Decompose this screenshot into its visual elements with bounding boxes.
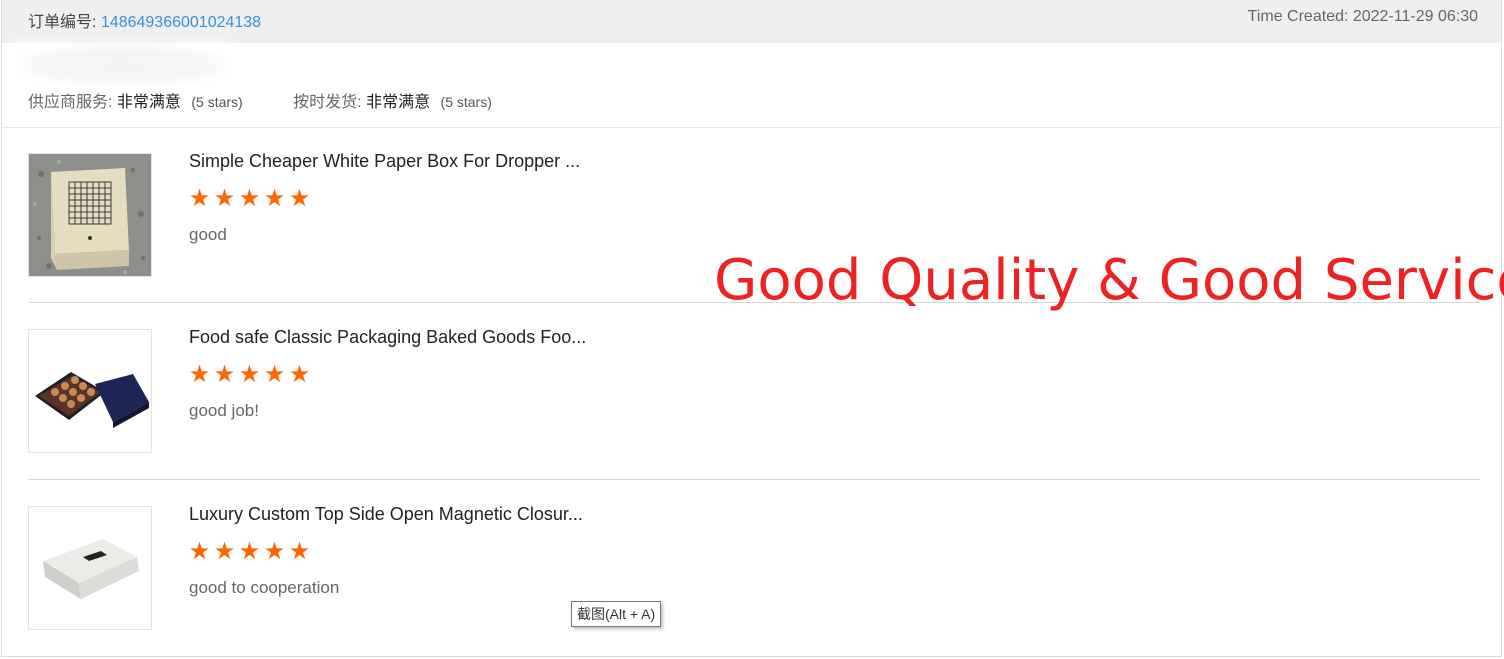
rating-label: 按时发货:	[293, 94, 362, 111]
star-icon: ★	[288, 361, 311, 388]
star-icon: ★	[213, 361, 236, 388]
order-number-row: 订单编号: 148649366001024138	[28, 8, 261, 32]
star-icon: ★	[238, 185, 261, 212]
promo-overlay-text: Good Quality & Good Service!	[714, 248, 1504, 313]
food-box-image	[29, 330, 151, 452]
star-icon: ★	[213, 185, 236, 212]
star-icon: ★	[188, 361, 211, 388]
review-item: Luxury Custom Top Side Open Magnetic Clo…	[28, 504, 1480, 630]
review-comment: good to cooperation	[189, 578, 340, 597]
review-stars: ★ ★ ★ ★ ★	[188, 362, 311, 388]
order-number-label: 订单编号:	[28, 14, 97, 31]
review-comment: good job!	[189, 401, 259, 420]
rating-value: 非常满意	[116, 94, 181, 111]
review-comment: good	[189, 225, 227, 244]
rating-supplier-service: 供应商服务: 非常满意 (5 stars)	[28, 88, 243, 112]
rating-label: 供应商服务:	[28, 94, 113, 111]
star-icon: ★	[188, 185, 211, 212]
star-icon: ★	[238, 361, 261, 388]
star-icon: ★	[213, 538, 236, 565]
supplier-ratings: 供应商服务: 非常满意 (5 stars) 按时发货: 非常满意 (5 star…	[28, 88, 538, 112]
review-stars: ★ ★ ★ ★ ★	[188, 186, 311, 212]
star-icon: ★	[263, 361, 286, 388]
time-created: Time Created: 2022-11-29 06:30	[1247, 8, 1478, 25]
order-number-link[interactable]: 148649366001024138	[101, 14, 261, 31]
star-icon: ★	[263, 538, 286, 565]
header-divider	[2, 127, 1501, 128]
rating-on-time-delivery: 按时发货: 非常满意 (5 stars)	[293, 88, 492, 112]
magnetic-box-image	[29, 507, 151, 629]
rating-stars-text: (5 stars)	[191, 94, 243, 110]
star-icon: ★	[288, 538, 311, 565]
order-header: 订单编号: 148649366001024138 Time Created: 2…	[2, 0, 1501, 43]
rating-stars-text: (5 stars)	[440, 94, 492, 110]
paper-box-image	[29, 154, 151, 276]
product-title-link[interactable]: Simple Cheaper White Paper Box For Dropp…	[189, 151, 580, 172]
order-review-panel: 订单编号: 148649366001024138 Time Created: 2…	[1, 0, 1502, 657]
star-icon: ★	[188, 538, 211, 565]
star-icon: ★	[238, 538, 261, 565]
blurred-buyer-name	[16, 42, 230, 88]
review-item: Food safe Classic Packaging Baked Goods …	[28, 327, 1480, 453]
product-thumbnail[interactable]	[28, 153, 152, 277]
product-thumbnail[interactable]	[28, 506, 152, 630]
rating-value: 非常满意	[366, 94, 431, 111]
item-divider	[28, 479, 1480, 480]
review-stars: ★ ★ ★ ★ ★	[188, 539, 311, 565]
screenshot-shortcut-tooltip: 截图(Alt + A)	[571, 601, 662, 627]
product-title-link[interactable]: Luxury Custom Top Side Open Magnetic Clo…	[189, 504, 583, 525]
product-thumbnail[interactable]	[28, 329, 152, 453]
product-title-link[interactable]: Food safe Classic Packaging Baked Goods …	[189, 327, 586, 348]
star-icon: ★	[263, 185, 286, 212]
star-icon: ★	[288, 185, 311, 212]
